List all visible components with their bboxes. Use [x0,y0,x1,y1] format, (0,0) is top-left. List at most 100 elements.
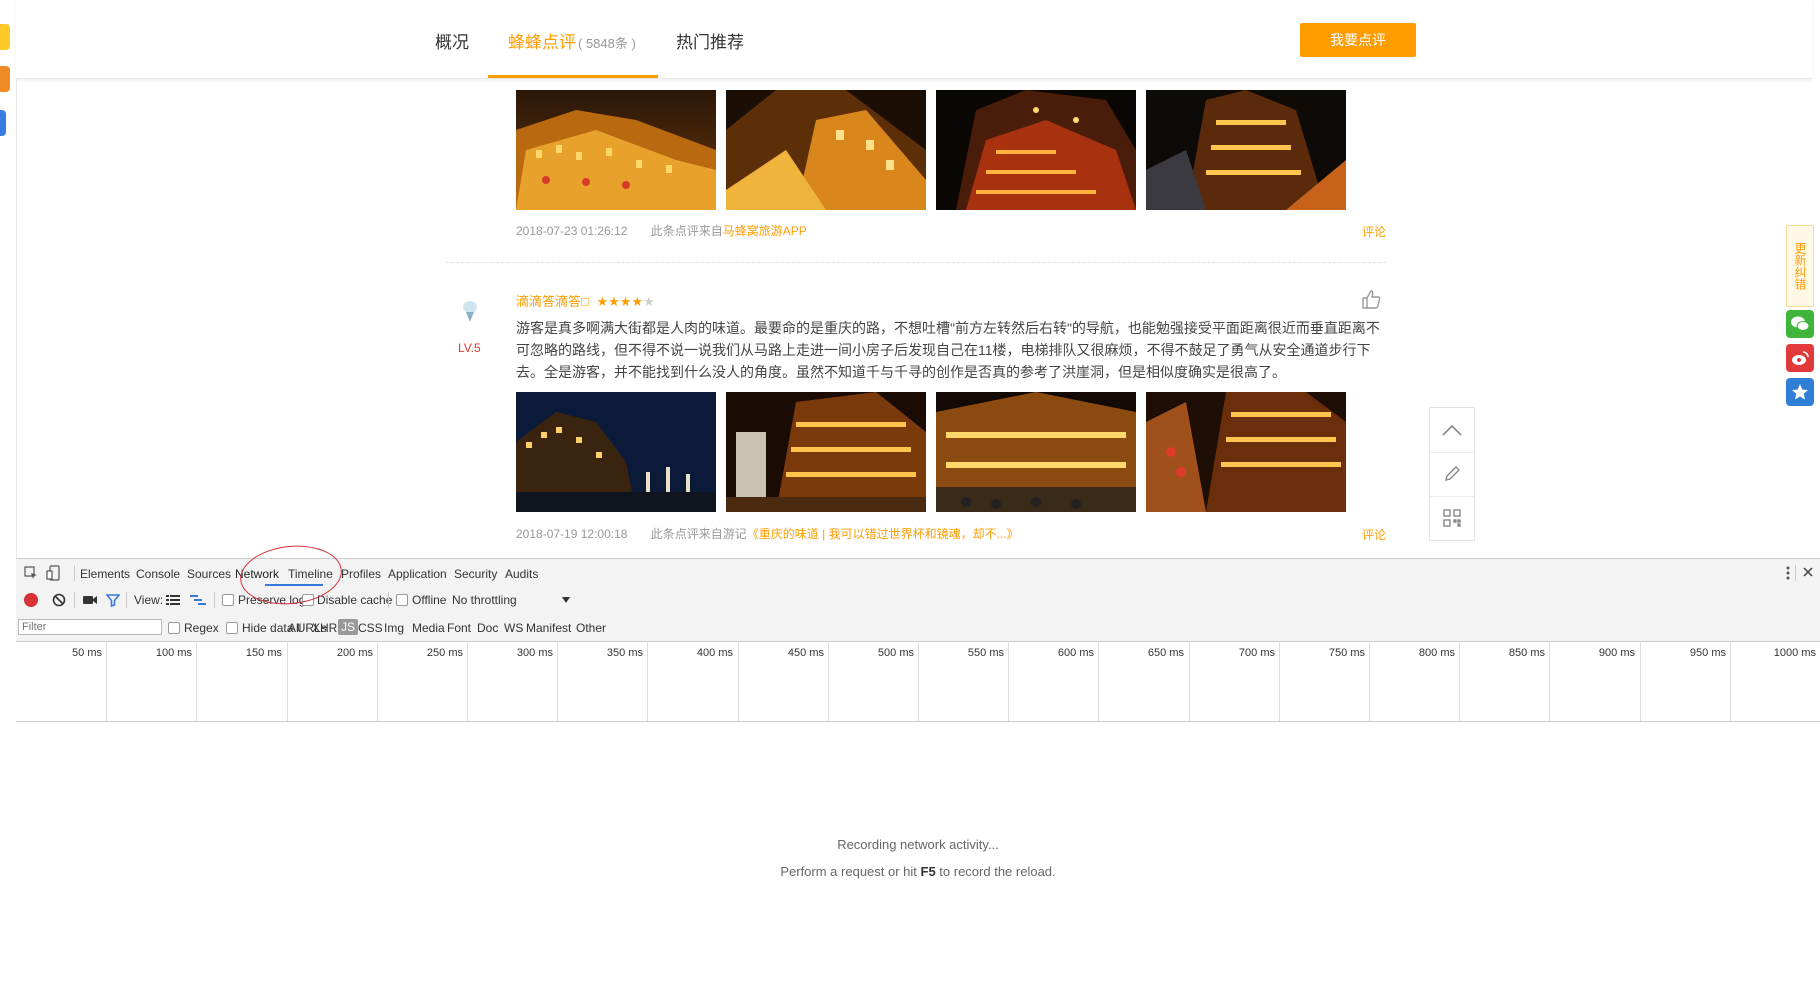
view-label: View: [134,593,164,607]
comment-link[interactable]: 评论 [1362,223,1386,240]
devtools-tab-audits[interactable]: Audits [505,567,538,581]
network-filter-bar: Regex Hide data URLs AllXHRJSCSSImgMedia… [16,613,1820,642]
filled-star-icon: ★ [631,294,644,309]
review-photo[interactable] [1146,392,1346,512]
review-timestamp: 2018-07-23 01:26:12 [516,224,628,238]
toolbar-divider [214,592,215,608]
dropdown-arrow-icon[interactable] [562,597,570,603]
review-photo[interactable] [516,90,716,210]
recording-message: Recording network activity... [837,837,999,852]
tab-label: 热门推荐 [676,33,744,52]
filter-type-manifest[interactable]: Manifest [526,621,571,635]
partial-icon [0,110,6,136]
review-source-link[interactable]: 马蜂窝旅游APP [723,224,807,238]
devtools-tab-profiles[interactable]: Profiles [341,567,381,581]
review-photo[interactable] [726,392,926,512]
tab-reviews[interactable]: 蜂蜂点评( 5848条 ) [508,28,636,53]
regex-label: Regex [184,621,219,635]
review-photo[interactable] [516,392,716,512]
pencil-icon [1445,466,1460,481]
clear-icon[interactable] [52,593,66,607]
edit-button[interactable] [1430,452,1474,497]
tab-label: 概况 [435,33,469,52]
wechat-share-button[interactable] [1786,310,1814,338]
write-review-button[interactable]: 我要点评 [1300,23,1416,57]
filter-type-other[interactable]: Other [576,621,606,635]
record-icon[interactable] [24,593,38,607]
devtools-panel: Elements Console Sources Network Timeline Pro… [16,558,1820,991]
toolbar-divider [126,592,127,608]
qr-code-button[interactable] [1430,496,1474,540]
wechat-icon [1791,316,1810,331]
review-count: ( 5848条 ) [578,36,636,51]
feedback-tab[interactable]: 更新纠错 [1786,225,1814,307]
close-icon[interactable] [1803,567,1813,577]
device-mode-icon[interactable] [46,565,60,581]
empty-star-icon: ★ [643,294,655,309]
capture-screenshots-icon[interactable] [82,594,98,606]
hint-key: F5 [920,864,936,879]
tab-recommendations[interactable]: 热门推荐 [676,28,744,53]
review-username[interactable]: 滴滴答滴答□ ★★★★★ [516,291,655,310]
avatar[interactable] [460,298,480,329]
review-photo[interactable] [1146,90,1346,210]
filter-input[interactable] [18,619,162,635]
hide-data-urls-checkbox[interactable] [226,622,238,634]
review-divider [446,262,1386,263]
filled-star-icon: ★ [619,294,632,309]
comment-link[interactable]: 评论 [1362,526,1386,543]
active-tab-underline [488,75,658,78]
left-edge-strip [0,0,17,990]
devtools-tab-console[interactable]: Console [136,567,180,581]
more-options-icon[interactable] [1786,566,1790,580]
review-photo[interactable] [726,90,926,210]
top-navigation: 概况 蜂蜂点评( 5848条 ) 热门推荐 我要点评 [16,0,1812,79]
overview-icon[interactable] [190,594,206,606]
chevron-up-icon [1442,424,1462,436]
filter-type-js[interactable]: JS [338,619,359,635]
preserve-log-checkbox[interactable] [222,594,234,606]
floating-toolbox [1429,407,1475,541]
qzone-share-button[interactable] [1786,378,1814,406]
list-view-icon[interactable] [166,594,180,606]
review-source-prefix: 此条点评来自游记 [650,527,747,541]
offline-checkbox[interactable] [396,594,408,606]
review-source-link[interactable]: 《重庆的味道 | 我可以错过世界杯和镜魂，却不...》 [747,527,1019,541]
weibo-icon [1792,351,1809,365]
devtools-tab-security[interactable]: Security [454,567,497,581]
review-photo[interactable] [936,90,1136,210]
filter-type-doc[interactable]: Doc [477,621,498,635]
devtools-tab-application[interactable]: Application [388,567,447,581]
devtools-tab-elements[interactable]: Elements [80,567,130,581]
filled-star-icon: ★ [608,294,620,309]
star-rating: ★★★★★ [596,294,654,309]
offline-label: Offline [412,593,447,607]
filter-type-font[interactable]: Font [447,621,471,635]
filter-type-media[interactable]: Media [412,621,445,635]
tab-overview[interactable]: 概况 [435,28,469,53]
filter-type-all[interactable]: All [288,621,301,635]
weibo-share-button[interactable] [1786,344,1814,372]
review-photo[interactable] [936,392,1136,512]
filter-type-ws[interactable]: WS [504,621,523,635]
back-to-top-button[interactable] [1430,408,1474,453]
review-meta: 2018-07-19 12:00:18 此条点评来自游记《重庆的味道 | 我可以… [516,525,1019,542]
toolbar-divider [74,565,75,581]
review-meta: 2018-07-23 01:26:12 此条点评来自马蜂窝旅游APP [516,222,807,239]
devtools-tab-sources[interactable]: Sources [187,567,231,581]
timeline-gridline [16,641,1820,721]
filter-icon[interactable] [106,593,120,607]
filter-type-img[interactable]: Img [384,621,404,635]
review-timestamp: 2018-07-19 12:00:18 [516,527,628,541]
filled-star-icon: ★ [596,294,609,309]
toolbar-divider [74,592,75,608]
review-text: 游客是真多啊满大街都是人肉的味道。最要命的是重庆的路，不想吐槽"前方左转然后右转… [516,320,1380,380]
thumbs-up-icon[interactable] [1360,288,1382,315]
inspect-element-icon[interactable] [24,566,38,580]
filter-type-xhr[interactable]: XHR [312,621,337,635]
filter-type-css[interactable]: CSS [358,621,383,635]
tab-label: 蜂蜂点评 [508,33,576,52]
user-level: LV.5 [458,341,481,355]
regex-checkbox[interactable] [168,622,180,634]
throttling-select[interactable]: No throttling [452,593,517,607]
